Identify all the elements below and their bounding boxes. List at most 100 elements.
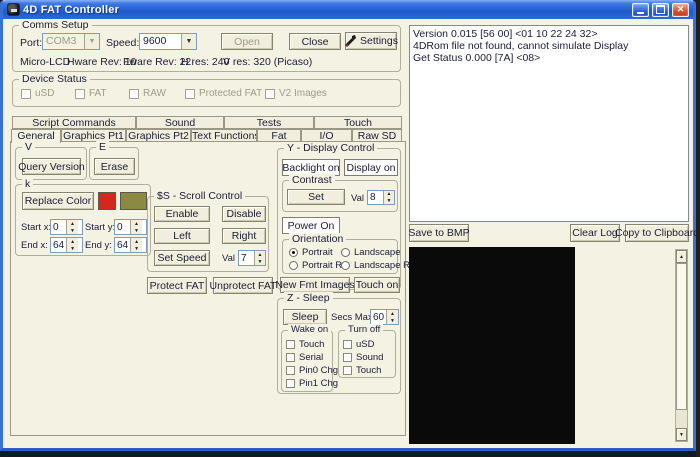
port-dropdown-icon[interactable] (84, 34, 99, 49)
radio-portrait-r[interactable]: Portrait R (289, 260, 342, 271)
secs-max-spinner[interactable]: 60 (370, 309, 399, 325)
close-button[interactable]: Close (289, 33, 341, 50)
radio-landscape-r[interactable]: Landscape R (341, 260, 410, 271)
tab-sound[interactable]: Sound (136, 116, 224, 129)
turnoff-sound-checkbox[interactable]: Sound (343, 352, 383, 363)
spin-up-icon[interactable] (131, 238, 142, 245)
display-scrollbar[interactable] (675, 249, 688, 442)
start-y-spinner[interactable]: 0 (114, 219, 147, 235)
scroll-val-spinner[interactable]: 7 (238, 250, 266, 266)
turnoff-usd-box[interactable] (343, 340, 352, 349)
end-y-spinner[interactable]: 64 (114, 237, 147, 253)
touch-on-button[interactable]: Touch on (354, 277, 400, 293)
raw-checkbox-box[interactable] (129, 88, 139, 99)
wake-serial-checkbox[interactable]: Serial (286, 352, 323, 363)
start-y-spin-arrows[interactable] (130, 220, 142, 234)
wake-touch-box[interactable] (286, 340, 295, 349)
query-version-button[interactable]: Query Version (18, 158, 85, 175)
titlebar[interactable]: 4D FAT Controller (3, 0, 693, 19)
v2-images-checkbox-box[interactable] (265, 88, 275, 99)
secs-max-spin-arrows[interactable] (386, 310, 398, 324)
scrollbar-up-icon[interactable] (676, 250, 687, 263)
start-x-spinner[interactable]: 0 (50, 219, 83, 235)
end-x-spinner[interactable]: 64 (50, 237, 83, 253)
landscape-r-radio-dot[interactable] (341, 261, 350, 270)
wake-serial-box[interactable] (286, 353, 295, 362)
open-button[interactable]: Open (221, 33, 273, 50)
scroll-disable-button[interactable]: Disable (222, 206, 266, 222)
spin-up-icon[interactable] (387, 310, 398, 317)
erase-button[interactable]: Erase (94, 158, 135, 175)
checkbox-raw[interactable]: RAW (129, 88, 166, 99)
scroll-enable-button[interactable]: Enable (154, 206, 210, 222)
set-speed-button[interactable]: Set Speed (154, 250, 210, 266)
scrollbar-thumb[interactable] (676, 263, 687, 410)
tab-touch[interactable]: Touch (314, 116, 402, 129)
color-swatch-target[interactable] (120, 192, 147, 210)
spin-down-icon[interactable] (67, 227, 78, 234)
scrollbar-down-icon[interactable] (676, 428, 687, 441)
spin-up-icon[interactable] (131, 220, 142, 227)
portrait-radio-dot[interactable] (289, 248, 298, 257)
tab-general[interactable]: General (11, 129, 61, 143)
save-to-bmp-button[interactable]: Save to BMP (408, 224, 470, 242)
minimize-button[interactable] (632, 2, 649, 17)
display-on-button[interactable]: Display on (344, 159, 398, 176)
spin-down-icon[interactable] (131, 245, 142, 252)
radio-portrait[interactable]: Portrait (289, 247, 333, 258)
color-swatch-source[interactable] (98, 192, 116, 210)
start-x-spin-arrows[interactable] (66, 220, 78, 234)
sleep-button[interactable]: Sleep (283, 309, 327, 325)
power-on-button[interactable]: Power On (282, 217, 340, 234)
log-textarea[interactable]: Version 0.015 [56 00] <01 10 22 24 32> 4… (409, 25, 689, 222)
fat-checkbox-box[interactable] (75, 88, 85, 99)
copy-to-clipboard-button[interactable]: Copy to Clipboard (615, 224, 699, 242)
spin-up-icon[interactable] (255, 251, 265, 258)
spin-down-icon[interactable] (387, 317, 398, 324)
scroll-left-button[interactable]: Left (154, 228, 210, 244)
checkbox-v2-images[interactable]: V2 Images (265, 88, 327, 99)
speed-combo[interactable]: 9600 (139, 33, 197, 50)
end-y-spin-arrows[interactable] (130, 238, 143, 252)
clear-log-button[interactable]: Clear Log (570, 224, 620, 242)
scroll-right-button[interactable]: Right (222, 228, 266, 244)
checkbox-usd[interactable]: uSD (21, 88, 54, 99)
speed-dropdown-icon[interactable] (181, 34, 196, 49)
tab-tests[interactable]: Tests (224, 116, 314, 129)
spin-up-icon[interactable] (67, 238, 78, 245)
wake-touch-checkbox[interactable]: Touch (286, 339, 324, 350)
tab-script-commands[interactable]: Script Commands (12, 116, 136, 129)
portrait-r-radio-dot[interactable] (289, 261, 298, 270)
end-x-spin-arrows[interactable] (66, 238, 79, 252)
usd-checkbox-box[interactable] (21, 88, 31, 99)
turnoff-touch-checkbox[interactable]: Touch (343, 365, 381, 376)
wake-pin0-checkbox[interactable]: Pin0 Chg (286, 365, 338, 376)
settings-button[interactable]: Settings (345, 32, 398, 50)
close-window-button[interactable] (672, 2, 689, 17)
replace-color-button[interactable]: Replace Color (22, 192, 94, 210)
contrast-spin-arrows[interactable] (383, 191, 394, 204)
contrast-val-spinner[interactable]: 8 (367, 190, 395, 205)
wake-pin1-box[interactable] (286, 379, 295, 388)
scroll-val-spin-arrows[interactable] (254, 251, 265, 265)
checkbox-protected-fat[interactable]: Protected FAT (185, 88, 262, 99)
turnoff-usd-checkbox[interactable]: uSD (343, 339, 374, 350)
checkbox-fat[interactable]: FAT (75, 88, 107, 99)
maximize-button[interactable] (652, 2, 669, 17)
radio-landscape[interactable]: Landscape (341, 247, 400, 258)
turnoff-sound-box[interactable] (343, 353, 352, 362)
spin-down-icon[interactable] (131, 227, 142, 234)
new-fmt-images-button[interactable]: New Fmt Images (275, 277, 355, 293)
contrast-set-button[interactable]: Set (287, 189, 345, 205)
protected-fat-checkbox-box[interactable] (185, 88, 195, 99)
spin-down-icon[interactable] (384, 198, 394, 205)
protect-fat-button[interactable]: Protect FAT (147, 277, 207, 294)
wake-pin0-box[interactable] (286, 366, 295, 375)
landscape-radio-dot[interactable] (341, 248, 350, 257)
unprotect-fat-button[interactable]: Unprotect FAT (210, 277, 276, 294)
wake-pin1-checkbox[interactable]: Pin1 Chg (286, 378, 338, 389)
port-combo[interactable]: COM3 (42, 33, 100, 50)
spin-down-icon[interactable] (255, 258, 265, 265)
spin-up-icon[interactable] (67, 220, 78, 227)
turnoff-touch-box[interactable] (343, 366, 352, 375)
